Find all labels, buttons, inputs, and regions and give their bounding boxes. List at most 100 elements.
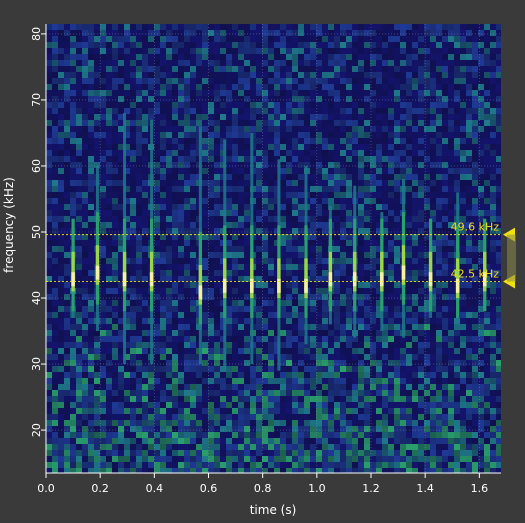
noise-cell bbox=[70, 144, 76, 150]
noise-cell bbox=[334, 48, 340, 54]
noise-cell bbox=[88, 216, 94, 222]
noise-cell bbox=[208, 162, 214, 168]
noise-cell bbox=[496, 126, 501, 132]
noise-cell bbox=[142, 306, 148, 312]
noise-cell bbox=[148, 36, 154, 42]
noise-cell bbox=[304, 132, 310, 138]
noise-cell bbox=[160, 108, 166, 114]
noise-cell bbox=[418, 48, 424, 54]
noise-cell bbox=[250, 114, 256, 120]
noise-cell bbox=[202, 204, 208, 210]
noise-cell bbox=[214, 294, 220, 300]
noise-cell bbox=[292, 240, 298, 246]
noise-cell bbox=[382, 78, 388, 84]
noise-cell bbox=[346, 156, 352, 162]
noise-cell bbox=[340, 330, 346, 336]
noise-cell bbox=[394, 240, 400, 246]
noise-cell bbox=[76, 180, 82, 186]
noise-cell bbox=[490, 342, 496, 348]
noise-cell bbox=[280, 198, 286, 204]
noise-cell bbox=[76, 30, 82, 36]
noise-cell bbox=[148, 396, 154, 402]
noise-cell bbox=[394, 174, 400, 180]
noise-cell bbox=[292, 24, 298, 30]
noise-cell bbox=[244, 54, 250, 60]
noise-cell bbox=[484, 330, 490, 336]
noise-cell bbox=[364, 138, 370, 144]
noise-cell bbox=[400, 108, 406, 114]
noise-cell bbox=[442, 252, 448, 258]
noise-cell bbox=[70, 30, 76, 36]
noise-cell bbox=[154, 48, 160, 54]
noise-cell bbox=[58, 390, 64, 396]
noise-cell bbox=[136, 48, 142, 54]
noise-cell bbox=[496, 360, 501, 366]
noise-cell bbox=[382, 114, 388, 120]
noise-cell bbox=[364, 378, 370, 384]
noise-cell bbox=[76, 210, 82, 216]
noise-cell bbox=[208, 360, 214, 366]
noise-cell bbox=[412, 72, 418, 78]
noise-cell bbox=[286, 288, 292, 294]
noise-cell bbox=[340, 246, 346, 252]
noise-cell bbox=[292, 258, 298, 264]
noise-cell bbox=[280, 204, 286, 210]
noise-cell bbox=[232, 84, 238, 90]
noise-cell bbox=[268, 390, 274, 396]
noise-cell bbox=[172, 390, 178, 396]
noise-cell bbox=[118, 396, 124, 402]
noise-cell bbox=[88, 402, 94, 408]
noise-cell bbox=[418, 54, 424, 60]
noise-cell bbox=[64, 150, 70, 156]
noise-cell bbox=[208, 390, 214, 396]
noise-cell bbox=[376, 390, 382, 396]
noise-cell bbox=[388, 336, 394, 342]
noise-cell bbox=[472, 378, 478, 384]
noise-cell bbox=[46, 126, 52, 132]
noise-cell bbox=[238, 162, 244, 168]
noise-cell bbox=[376, 102, 382, 108]
noise-cell bbox=[220, 390, 226, 396]
noise-cell bbox=[334, 330, 340, 336]
noise-cell bbox=[226, 330, 232, 336]
noise-cell bbox=[268, 414, 274, 420]
noise-cell bbox=[280, 336, 286, 342]
noise-cell bbox=[418, 342, 424, 348]
noise-cell bbox=[208, 300, 214, 306]
noise-cell bbox=[418, 42, 424, 48]
noise-cell bbox=[190, 348, 196, 354]
noise-cell bbox=[196, 102, 202, 108]
noise-cell bbox=[202, 90, 208, 96]
noise-cell bbox=[352, 126, 358, 132]
noise-cell bbox=[310, 168, 316, 174]
noise-cell bbox=[202, 180, 208, 186]
noise-cell bbox=[232, 192, 238, 198]
noise-cell bbox=[100, 282, 106, 288]
noise-cell bbox=[394, 126, 400, 132]
noise-cell bbox=[406, 354, 412, 360]
noise-cell bbox=[256, 306, 262, 312]
noise-cell bbox=[406, 42, 412, 48]
noise-cell bbox=[226, 342, 232, 348]
noise-cell bbox=[154, 150, 160, 156]
noise-cell bbox=[490, 312, 496, 318]
noise-cell bbox=[472, 354, 478, 360]
noise-cell bbox=[328, 330, 334, 336]
noise-cell bbox=[178, 360, 184, 366]
noise-cell bbox=[226, 354, 232, 360]
noise-cell bbox=[286, 396, 292, 402]
noise-cell bbox=[418, 336, 424, 342]
noise-cell bbox=[490, 258, 496, 264]
noise-cell bbox=[178, 210, 184, 216]
noise-cell bbox=[478, 186, 484, 192]
noise-cell bbox=[202, 402, 208, 408]
noise-cell bbox=[406, 204, 412, 210]
noise-cell bbox=[472, 336, 478, 342]
noise-cell bbox=[142, 228, 148, 234]
noise-cell bbox=[304, 138, 310, 144]
noise-cell bbox=[304, 90, 310, 96]
noise-cell bbox=[334, 204, 340, 210]
noise-cell bbox=[160, 54, 166, 60]
noise-cell bbox=[148, 72, 154, 78]
noise-cell bbox=[436, 150, 442, 156]
